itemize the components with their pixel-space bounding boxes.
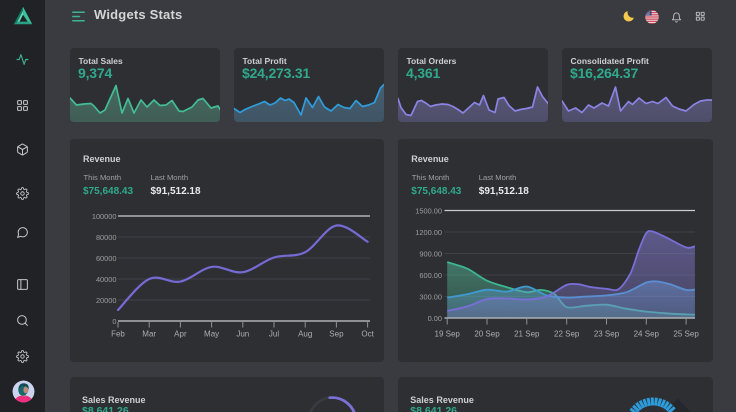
svg-text:23 Sep: 23 Sep — [594, 329, 620, 338]
svg-text:Apr: Apr — [174, 329, 187, 338]
svg-text:1500.00: 1500.00 — [416, 206, 443, 215]
svg-text:25 Sep: 25 Sep — [674, 329, 700, 338]
svg-text:Aug: Aug — [298, 329, 312, 338]
svg-text:0.00: 0.00 — [428, 314, 442, 323]
svg-text:1200.00: 1200.00 — [416, 228, 443, 237]
svg-text:20 Sep: 20 Sep — [475, 329, 501, 338]
svg-text:Jul: Jul — [269, 329, 279, 338]
svg-text:600.00: 600.00 — [420, 271, 443, 280]
svg-text:Oct: Oct — [361, 329, 374, 338]
svg-text:Jun: Jun — [236, 329, 249, 338]
svg-text:Feb: Feb — [111, 329, 125, 338]
svg-text:Sep: Sep — [329, 329, 344, 338]
svg-text:22 Sep: 22 Sep — [554, 329, 580, 338]
svg-text:300.00: 300.00 — [420, 292, 443, 301]
svg-text:0: 0 — [112, 317, 116, 326]
svg-text:100000: 100000 — [92, 212, 117, 221]
svg-text:21 Sep: 21 Sep — [514, 329, 540, 338]
svg-text:May: May — [204, 329, 219, 338]
svg-text:Mar: Mar — [142, 329, 156, 338]
svg-text:900.00: 900.00 — [420, 249, 443, 258]
svg-text:19 Sep: 19 Sep — [435, 329, 461, 338]
svg-text:40000: 40000 — [96, 275, 117, 284]
svg-text:24 Sep: 24 Sep — [634, 329, 660, 338]
svg-text:80000: 80000 — [96, 233, 117, 242]
svg-text:20000: 20000 — [96, 296, 117, 305]
svg-text:60000: 60000 — [96, 254, 117, 263]
